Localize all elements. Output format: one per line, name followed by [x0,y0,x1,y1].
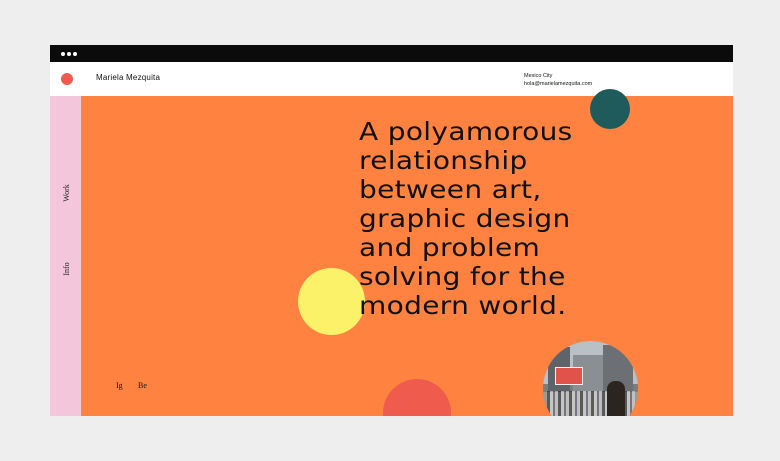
instagram-link[interactable]: Ig [116,381,123,390]
red-circle-decoration [383,379,451,416]
sidebar-nav: Work Info [50,96,81,416]
contact-info: Mexico City hola@marielamezquita.com [524,73,592,88]
street-crowd-photo [543,341,638,416]
site-name-link[interactable]: Mariela Mezquita [96,73,160,82]
headline-line: between art, [359,175,542,204]
headline-line: relationship [359,146,528,175]
behance-link[interactable]: Be [138,381,147,390]
sidebar-item-work[interactable]: Work [56,183,76,203]
hero-section: A polyamorous relationship between art, … [81,89,733,416]
sidebar-item-info[interactable]: Info [56,259,76,279]
window-dot-icon [67,52,71,56]
headline-line: A polyamorous [359,117,573,146]
yellow-circle-decoration [298,268,365,335]
headline-line: and problem [359,233,541,262]
headline-line: modern world. [359,291,567,320]
logo-dot-icon[interactable] [61,73,73,85]
headline-line: solving for the [359,262,566,291]
email-link[interactable]: hola@marielamezquita.com [524,81,592,89]
hero-headline: A polyamorous relationship between art, … [359,117,733,320]
window-dot-icon [61,52,65,56]
window-titlebar [50,45,733,62]
site-header: Mariela Mezquita Mexico City hola@mariel… [50,62,733,96]
headline-line: graphic design [359,204,571,233]
location-text: Mexico City [524,73,553,79]
window-dot-icon [73,52,77,56]
browser-window: Mariela Mezquita Mexico City hola@mariel… [50,45,733,416]
